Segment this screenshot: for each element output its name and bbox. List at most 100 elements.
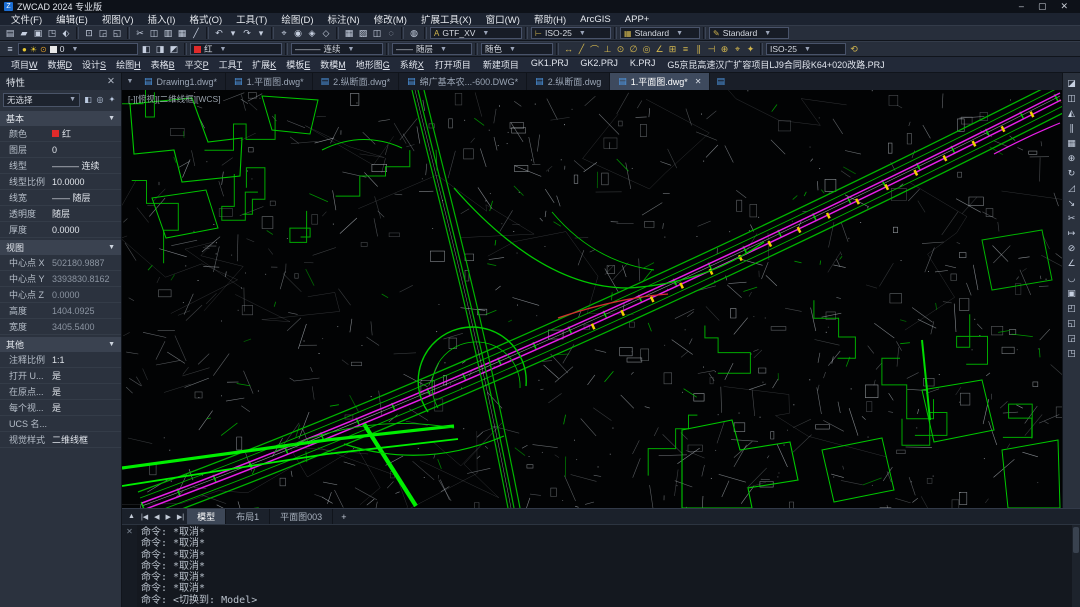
purge-icon[interactable]: ◌ (384, 27, 398, 40)
save-icon[interactable]: ▣ (31, 27, 45, 40)
property-row[interactable]: 线宽 —— 随层 (0, 190, 121, 206)
project-action-item[interactable]: 打开项目 (429, 58, 477, 71)
array-icon[interactable]: ▦ (1064, 136, 1079, 150)
layer-states-icon[interactable]: ◨ (153, 43, 167, 56)
project-menu-item[interactable]: 扩展K (247, 58, 281, 71)
selection-dropdown[interactable]: 无选择 ▼ (3, 93, 80, 107)
dim-quick-icon[interactable]: ⊞ (666, 43, 679, 56)
cad-map[interactable] (122, 90, 1062, 508)
table-icon[interactable]: ▦ (342, 27, 356, 40)
zoom-realtime-icon[interactable]: ◉ (291, 27, 305, 40)
property-row[interactable]: 中心点 Z 0.0000 (0, 287, 121, 303)
doc-tab-farmland[interactable]: ▤ 绵广基本农...-600.DWG* (399, 73, 527, 90)
project-menu-item[interactable]: 工具T (214, 58, 248, 71)
dim-arc-icon[interactable]: ⌒ (588, 43, 601, 56)
menu-item[interactable]: 工具(T) (229, 12, 274, 26)
dim-ordinate-icon[interactable]: ⊥ (601, 43, 614, 56)
property-row-color[interactable]: 颜色 红 (0, 126, 121, 142)
tab-close-icon[interactable]: ✕ (695, 77, 702, 86)
fillet-icon[interactable]: ◡ (1064, 271, 1079, 285)
layout-tab-layout1[interactable]: 布局1 (226, 509, 270, 524)
command-scrollbar[interactable] (1072, 525, 1080, 607)
quick-calc-icon[interactable]: ✦ (106, 93, 118, 106)
section-header-other[interactable]: 其他 ▼ (0, 337, 121, 352)
project-menu-item[interactable]: 模板E (281, 58, 315, 71)
project-action-item[interactable]: GK1.PRJ (525, 58, 575, 71)
copy-icon[interactable]: ◫ (1064, 91, 1079, 105)
quick-select-icon[interactable]: ◎ (94, 93, 106, 106)
copy-clip-icon[interactable]: ◱ (1064, 316, 1079, 330)
property-row[interactable]: UCS 名... (0, 416, 121, 432)
property-row[interactable]: 打开 U... 是 (0, 368, 121, 384)
explode-icon[interactable]: ▣ (1064, 286, 1079, 300)
doc-tab-plan-1[interactable]: ▤ 1.平面图.dwg* (226, 73, 313, 90)
help-icon[interactable]: ◍ (407, 27, 421, 40)
undo-dropdown-icon[interactable]: ▾ (226, 27, 240, 40)
zoom-window-icon[interactable]: ◈ (305, 27, 319, 40)
project-action-item[interactable]: GK2.PRJ (574, 58, 624, 71)
layer-combo[interactable]: ● ☀ ⊙ 0 ▼ (18, 43, 138, 55)
project-menu-item[interactable]: 平交P (180, 58, 214, 71)
menu-item[interactable]: 绘图(D) (274, 12, 320, 26)
layer-isolate-icon[interactable]: ◩ (167, 43, 181, 56)
paste-icon[interactable]: ▥ (161, 27, 175, 40)
paste-clip-icon[interactable]: ◳ (1064, 346, 1079, 360)
add-layout-icon[interactable]: + (333, 509, 354, 524)
table-style-combo[interactable]: ▦ Standard ▼ (620, 27, 700, 39)
new-file-icon[interactable]: ▤ (3, 27, 17, 40)
dim-tolerance-icon[interactable]: ⊕ (718, 43, 731, 56)
menu-item[interactable]: 编辑(E) (49, 12, 95, 26)
minimize-button[interactable]: – (1019, 1, 1024, 12)
project-action-item[interactable]: G5京昆高速汉广扩容项目LJ9合同段K64+020改路.PRJ (661, 58, 890, 71)
panel-close-icon[interactable]: ✕ (107, 76, 115, 87)
move-icon[interactable]: ⊕ (1064, 151, 1079, 165)
erase-icon[interactable]: ◪ (1064, 76, 1079, 90)
menu-item[interactable]: 格式(O) (182, 12, 229, 26)
project-action-item[interactable]: K.PRJ (624, 58, 662, 71)
text-style-combo[interactable]: A GTF_XV ▼ (430, 27, 522, 39)
viewport-controls[interactable]: [-][俯视][二维线框][WCS] (128, 93, 221, 105)
stretch-icon[interactable]: ↘ (1064, 196, 1079, 210)
trim-icon[interactable]: ✂ (1064, 211, 1079, 225)
close-button[interactable]: ✕ (1060, 1, 1068, 12)
redo-icon[interactable]: ↷ (240, 27, 254, 40)
doc-tab-profile-1[interactable]: ▤ 2.纵断面.dwg* (313, 73, 400, 90)
view-manager-icon[interactable]: ◫ (370, 27, 384, 40)
menu-item[interactable]: 修改(M) (367, 12, 414, 26)
menu-item[interactable]: 扩展工具(X) (414, 12, 479, 26)
copy-icon[interactable]: ◫ (147, 27, 161, 40)
project-menu-item[interactable]: 数模M (315, 58, 351, 71)
doc-tab-drawing1[interactable]: ▤ Drawing1.dwg* (136, 73, 226, 90)
layout-nav-menu-icon[interactable]: ▲ (125, 509, 138, 524)
property-row[interactable]: 透明度 随层 (0, 206, 121, 222)
command-window[interactable]: ✕ 命令: *取消*命令: *取消*命令: *取消*命令: *取消*命令: *取… (122, 524, 1080, 607)
dim-linear-icon[interactable]: ↔ (562, 43, 575, 56)
plot-preview-icon[interactable]: ◲ (96, 27, 110, 40)
command-close-icon[interactable]: ✕ (126, 527, 133, 536)
menu-item[interactable]: 标注(N) (321, 12, 367, 26)
layout-tab-model[interactable]: 模型 (187, 509, 226, 524)
etransmit-icon[interactable]: ⬖ (59, 27, 73, 40)
layout-nav-first-icon[interactable]: |◀ (138, 509, 151, 524)
plot-icon[interactable]: ⊡ (82, 27, 96, 40)
offset-icon[interactable]: ∥ (1064, 121, 1079, 135)
doc-tab-profile-2[interactable]: ▤ 2.纵断面.dwg (527, 73, 610, 90)
lineweight-combo[interactable]: —— 随层 ▼ (392, 43, 472, 55)
save-as-icon[interactable]: ◳ (45, 27, 59, 40)
doc-tab-plan-active[interactable]: ▤ 1.平面图.dwg* ✕ (610, 73, 710, 90)
property-row[interactable]: 高度 1404.0925 (0, 303, 121, 319)
section-header-basic[interactable]: 基本 ▼ (0, 111, 121, 126)
copy-base-icon[interactable]: ◲ (1064, 331, 1079, 345)
layer-previous-icon[interactable]: ◧ (139, 43, 153, 56)
menu-item[interactable]: APP+ (618, 14, 657, 25)
property-row[interactable]: 视觉样式 二维线框 (0, 432, 121, 448)
layer-properties-icon[interactable]: ≡ (3, 43, 17, 56)
dim-diameter-icon[interactable]: ∅ (627, 43, 640, 56)
property-row[interactable]: 线型比例 10.0000 (0, 174, 121, 190)
dim-inspect-icon[interactable]: ✦ (744, 43, 757, 56)
dim-jogged-icon[interactable]: ◎ (640, 43, 653, 56)
menu-item[interactable]: 文件(F) (4, 12, 49, 26)
property-row[interactable]: 线型 ——— 连续 (0, 158, 121, 174)
chamfer-icon[interactable]: ∠ (1064, 256, 1079, 270)
property-row[interactable]: 中心点 Y 3393830.8162 (0, 271, 121, 287)
